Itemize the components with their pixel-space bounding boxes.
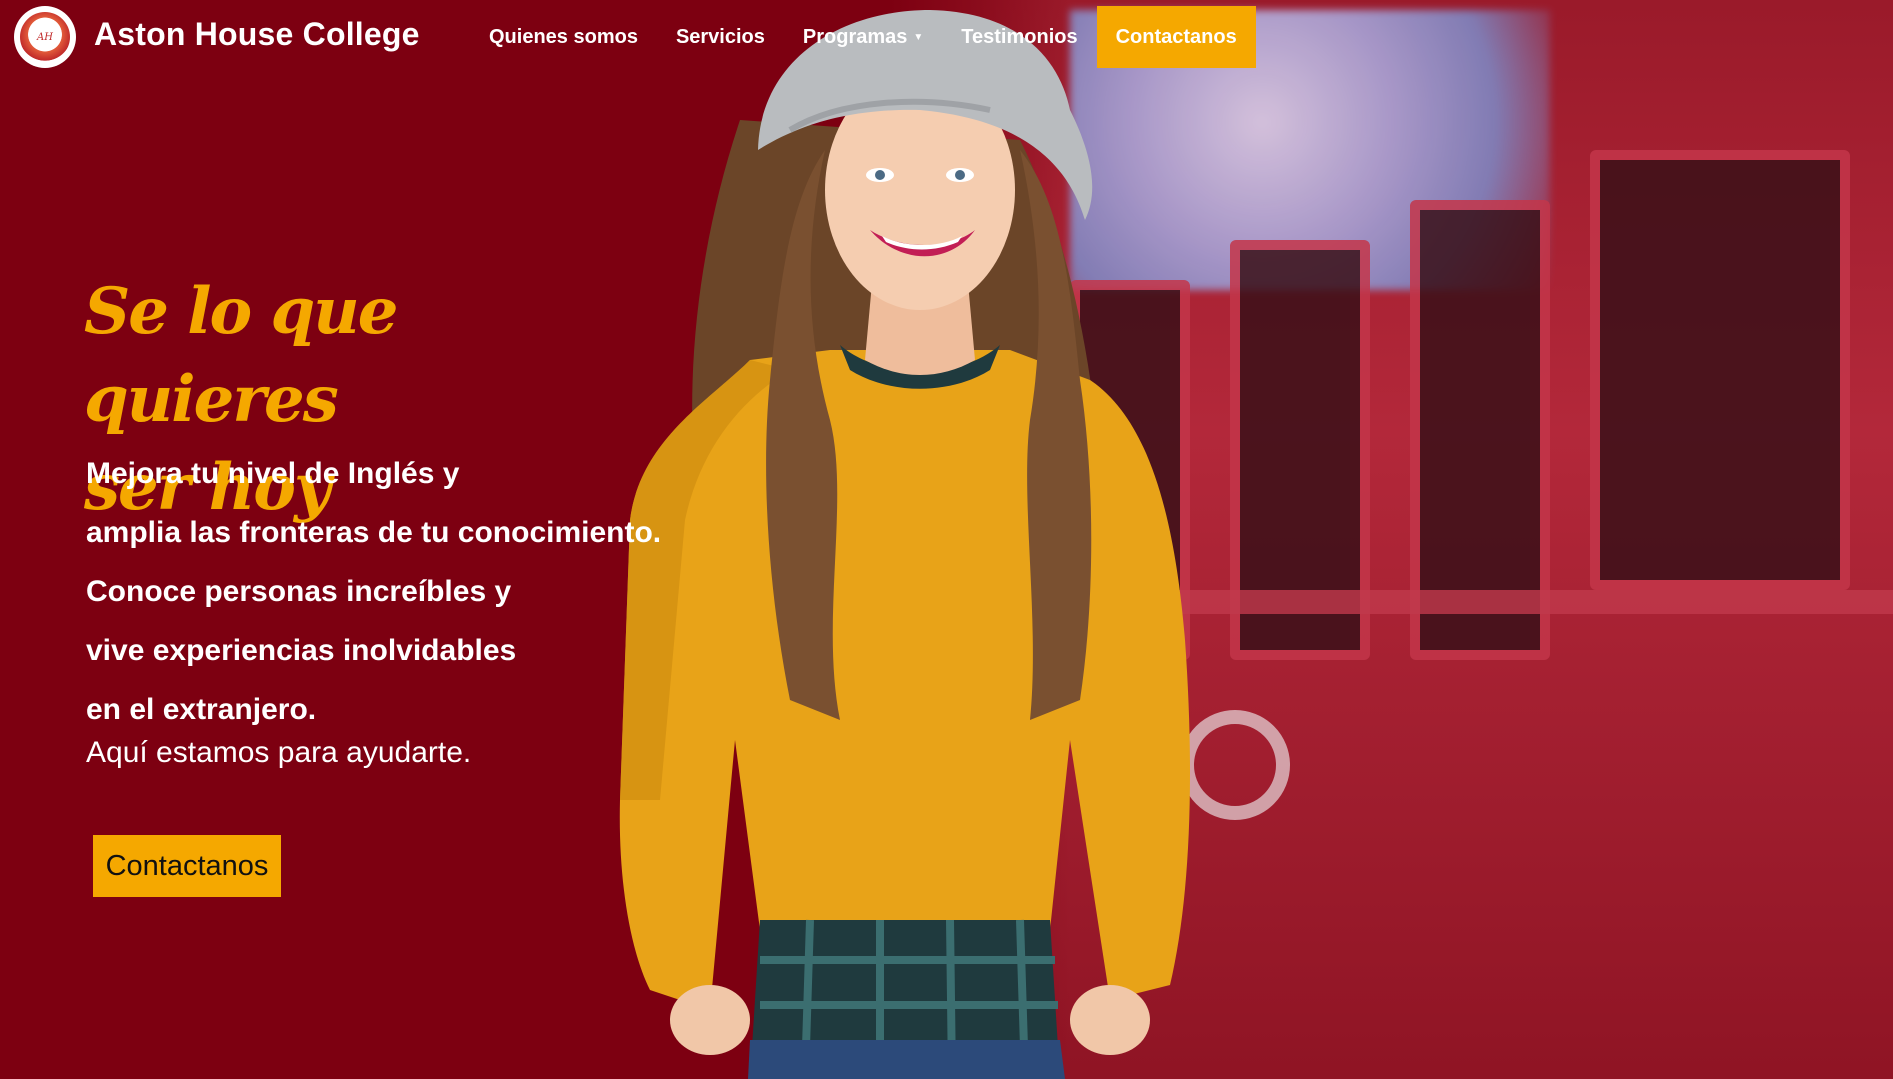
logo[interactable]: AH	[14, 6, 76, 68]
hero-line: en el extranjero.	[86, 693, 317, 726]
nav-item-quienes-somos[interactable]: Quienes somos	[470, 6, 657, 68]
hero-description: Mejora tu nivel de Inglés y amplia las f…	[86, 444, 726, 739]
nav-item-programas[interactable]: Programas ▼	[784, 6, 942, 68]
main-nav: Quienes somos Servicios Programas ▼ Test…	[470, 6, 1256, 68]
brand-name[interactable]: Aston House College	[94, 16, 420, 53]
nav-contact-button[interactable]: Contactanos	[1096, 6, 1256, 68]
hero-subline: Aquí estamos para ayudarte.	[86, 736, 472, 769]
hero-line: Conoce personas increíbles y	[86, 575, 512, 608]
nav-item-testimonios[interactable]: Testimonios	[942, 6, 1096, 68]
nav-item-programas-label: Programas	[802, 25, 908, 48]
hero-line: Mejora tu nivel de Inglés y	[86, 457, 460, 490]
hero-contact-button[interactable]: Contactanos	[93, 835, 281, 897]
site-header: AH Aston House College Quienes somos Ser…	[0, 0, 1893, 74]
caret-down-icon: ▼	[913, 31, 924, 43]
hero-line: vive experiencias inolvidables	[86, 634, 517, 667]
hero-line: amplia las fronteras de tu conocimiento.	[86, 516, 662, 549]
bus-window	[1590, 150, 1850, 590]
nav-item-servicios[interactable]: Servicios	[657, 6, 784, 68]
hero-title-line-1: Se lo que quieres	[84, 274, 399, 437]
aston-house-logo-icon: AH	[20, 12, 70, 62]
